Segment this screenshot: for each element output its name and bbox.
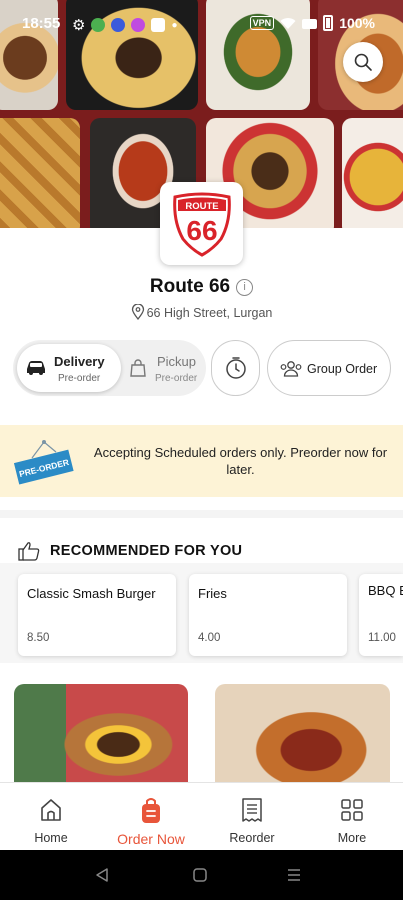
item-name: BBQ Bacon Burger (368, 583, 403, 598)
order-mode-toggle: Delivery Pre-order Pickup Pre-order (13, 340, 206, 396)
nav-more[interactable]: More (302, 783, 402, 851)
nav-label: More (337, 831, 367, 845)
battery-icon (323, 15, 334, 31)
app-notification-icon (131, 18, 146, 32)
shopping-bag-icon (130, 359, 146, 377)
nav-reorder[interactable]: Reorder (202, 783, 302, 851)
wifi-icon (280, 17, 296, 29)
search-icon (354, 53, 372, 71)
recommended-list: Classic Smash Burger 8.50 Fries 4.00 BBQ… (0, 574, 403, 656)
system-navigation-bar (0, 850, 403, 900)
back-icon[interactable] (94, 867, 110, 883)
category-image-burgers[interactable] (14, 684, 188, 794)
app-notification-icon (151, 18, 166, 32)
pickup-sub: Pre-order (155, 373, 198, 384)
recommended-item[interactable]: Fries 4.00 (189, 574, 347, 656)
recommended-title: RECOMMENDED FOR YOU (50, 543, 243, 559)
section-divider (0, 510, 403, 518)
order-bag-icon (142, 798, 160, 823)
restaurant-name-row: Route 66 i (0, 276, 403, 298)
grid-icon (341, 799, 363, 821)
item-price: 8.50 (27, 632, 50, 644)
recommended-item[interactable]: Classic Smash Burger 8.50 (18, 574, 176, 656)
nav-home[interactable]: Home (1, 783, 101, 851)
home-icon (41, 799, 61, 821)
pickup-label: Pickup (157, 354, 197, 369)
bottom-navigation: Home Order Now Reorder More (0, 782, 403, 850)
recents-icon[interactable] (286, 867, 302, 883)
schedule-time-button[interactable] (211, 340, 260, 396)
restaurant-name: Route 66 (149, 276, 231, 297)
timer-icon (225, 357, 246, 379)
item-price: 11.00 (368, 632, 396, 644)
preorder-message: Accepting Scheduled orders only. Preorde… (93, 445, 388, 477)
vpn-icon: VPN (249, 16, 275, 30)
settings-icon: ⚙ (72, 17, 86, 34)
food-photo (0, 118, 80, 228)
notification-icons: ⚙ ● (72, 16, 178, 34)
category-image-chicken[interactable] (215, 684, 390, 794)
system-icons: VPN 100% (249, 15, 375, 31)
status-time: 18:55 (22, 15, 61, 32)
nav-label: Reorder (229, 831, 275, 845)
route-66-shield-logo: ROUTE 66 (172, 192, 231, 257)
app-notification-icon (91, 18, 106, 32)
logo-route-text: ROUTE (185, 201, 218, 212)
thumbs-up-icon (18, 542, 40, 561)
group-order-label: Group Order (307, 362, 378, 376)
item-name: Classic Smash Burger (27, 586, 156, 601)
more-notifications-icon: ● (171, 19, 178, 31)
delivery-label: Delivery (54, 354, 105, 369)
recommended-header: RECOMMENDED FOR YOU (18, 541, 242, 561)
delivery-option[interactable]: Delivery Pre-order (17, 344, 121, 392)
item-name: Fries (198, 586, 227, 601)
cellular-icon (302, 18, 318, 29)
pickup-option[interactable]: Pickup Pre-order (121, 344, 205, 392)
home-square-icon[interactable] (192, 867, 208, 883)
status-bar: 18:55 ⚙ ● VPN 100% (0, 12, 403, 38)
search-button[interactable] (343, 42, 383, 82)
food-photo (342, 118, 403, 228)
delivery-sub: Pre-order (58, 373, 101, 384)
item-price: 4.00 (198, 632, 221, 644)
restaurant-address-row: 66 High Street, Lurgan (0, 303, 403, 321)
info-icon[interactable]: i (236, 279, 254, 296)
nav-label: Home (34, 831, 68, 845)
preorder-sign-icon: PRE-ORDER (14, 440, 74, 485)
restaurant-address: 66 High Street, Lurgan (146, 306, 273, 320)
battery-level: 100% (339, 15, 375, 31)
group-order-button[interactable]: Group Order (267, 340, 391, 396)
app-notification-icon (111, 18, 126, 32)
nav-label: Order Now (117, 831, 185, 847)
car-icon (27, 361, 45, 375)
group-people-icon (280, 361, 302, 377)
restaurant-logo: ROUTE 66 (160, 182, 243, 265)
nav-order-now[interactable]: Order Now (101, 783, 201, 851)
logo-number-text: 66 (186, 215, 217, 246)
location-pin-icon (131, 303, 144, 321)
receipt-icon (242, 798, 262, 822)
recommended-item[interactable]: BBQ Bacon Burger 11.00 (359, 574, 403, 656)
